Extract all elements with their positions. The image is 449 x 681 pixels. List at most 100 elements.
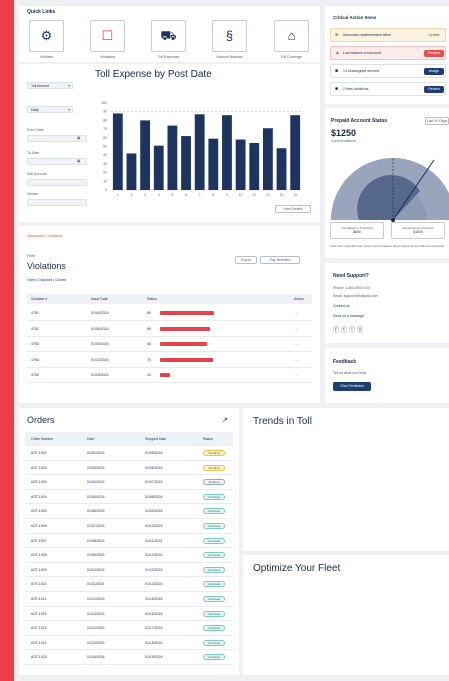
amount-select[interactable]: Toll Amount ▾ — [27, 82, 73, 89]
table-row[interactable]: #OT-1010 01/11/2024 01/14/2024 Complete — [25, 577, 233, 592]
bar[interactable] — [153, 145, 164, 190]
table-row[interactable]: #OT-1014 01/15/2024 01/18/2024 Complete — [25, 636, 233, 651]
table-row[interactable]: #OT-1013 01/14/2024 01/17/2024 Complete — [25, 621, 233, 636]
table-row[interactable]: #OT-1008 01/09/2024 01/12/2024 Complete — [25, 548, 233, 563]
table-row[interactable]: #OT-1003 01/04/2024 01/07/2024 Shipped — [25, 475, 233, 490]
quick-link-4[interactable]: ⌂ — [274, 20, 309, 52]
bar[interactable] — [290, 115, 301, 190]
pay-selected-button[interactable]: Pay Selected — [260, 256, 300, 264]
quick-link-1[interactable]: ☐ — [90, 20, 125, 52]
table-row[interactable]: #OT-1007 01/08/2024 01/11/2024 Complete — [25, 534, 233, 549]
table-row[interactable]: 4781 01/04/2024 80... — [27, 306, 312, 321]
table-row[interactable]: #OT-1002 01/03/2024 01/06/2024 Pending — [25, 461, 233, 476]
table-row[interactable]: 4785 01/15/2024 10... — [27, 368, 312, 383]
youtube-icon[interactable]: ⓨ — [357, 328, 365, 334]
bar[interactable] — [249, 143, 260, 190]
x-tick-label: 5 — [171, 193, 173, 197]
bar[interactable] — [235, 139, 246, 190]
quick-link-3[interactable]: § — [212, 20, 247, 52]
feedback-card: Feedback Tell us what you think Give Fee… — [325, 348, 449, 403]
table-row[interactable]: #OT-1001 01/02/2024 01/05/2024 Pending — [25, 446, 233, 461]
bar[interactable] — [208, 138, 219, 190]
bar[interactable] — [262, 128, 273, 190]
bar[interactable] — [112, 113, 123, 190]
bar[interactable] — [140, 120, 151, 190]
order-number: #OT-1008 — [31, 553, 47, 558]
view-details-label: View Details — [283, 207, 303, 211]
status-badge: Complete — [203, 566, 225, 573]
action-item-button[interactable]: Update — [424, 32, 444, 39]
order-shipped-date: 01/07/2024 — [145, 480, 163, 485]
period-select[interactable]: Last 30 Days — [425, 117, 449, 125]
linkedin-icon[interactable]: ⓛ — [349, 328, 357, 334]
contact-link[interactable]: Contact us — [333, 304, 350, 308]
action-item-button[interactable]: Review — [424, 86, 444, 93]
bar[interactable] — [222, 115, 232, 190]
order-date: 01/11/2024 — [87, 582, 105, 587]
facebook-icon[interactable]: ⓕ — [333, 328, 341, 334]
vehicle-input[interactable] — [27, 199, 87, 206]
quick-link-label: Account Balance — [216, 55, 243, 59]
calendar-icon[interactable]: ▣ — [77, 159, 80, 163]
order-shipped-date: 01/17/2024 — [145, 626, 163, 631]
y-tick-label: 80 — [103, 118, 107, 122]
order-shipped-date: 01/11/2024 — [145, 538, 163, 543]
bar[interactable] — [167, 125, 178, 190]
status-badge: Complete — [203, 610, 225, 617]
order-date: 01/08/2024 — [87, 538, 105, 543]
violations-tabs[interactable]: Open | Disputed | Closed — [27, 278, 66, 282]
x-tick-label: 12 — [266, 193, 270, 197]
expand-icon[interactable]: ↗ — [222, 416, 228, 424]
col-order-status: Status — [203, 437, 213, 441]
bar[interactable] — [276, 148, 287, 190]
violation-date: 01/04/2024 — [91, 311, 109, 315]
table-row[interactable]: #OT-1012 01/13/2024 01/16/2024 Complete — [25, 607, 233, 622]
bar[interactable] — [194, 114, 205, 190]
table-row[interactable]: 4784 01/12/2024 70... — [27, 353, 312, 368]
bar[interactable] — [181, 136, 191, 190]
action-item-text: 2 New violations — [343, 87, 369, 91]
support-title: Need Support? — [333, 273, 369, 279]
table-row[interactable]: #OT-1011 01/12/2024 01/15/2024 Complete — [25, 592, 233, 607]
chevron-down-icon: ▾ — [68, 107, 70, 112]
table-row[interactable]: #OT-1015 01/16/2024 01/19/2024 Complete — [25, 650, 233, 665]
info-icon: ■ — [335, 86, 339, 92]
violation-date: 01/09/2024 — [91, 342, 109, 346]
table-row[interactable]: 4783 01/09/2024 60... — [27, 337, 312, 352]
violation-progress-bar — [160, 342, 208, 346]
order-number: #OT-1014 — [31, 640, 47, 645]
quick-link-2[interactable]: ⛟ — [151, 20, 186, 52]
bar[interactable] — [126, 153, 137, 190]
status-badge: Complete — [203, 654, 225, 661]
message-link[interactable]: Send us a message — [333, 314, 364, 318]
violation-date: 01/12/2024 — [91, 357, 109, 362]
table-row[interactable]: #OT-1006 01/07/2024 01/10/2024 Complete — [25, 519, 233, 534]
order-date: 01/03/2024 — [87, 465, 105, 470]
quick-link-0[interactable]: ⚙ — [29, 20, 64, 52]
twitter-icon[interactable]: ⓣ — [341, 328, 349, 334]
status-badge: Complete — [203, 581, 225, 588]
violation-id: 4785 — [31, 373, 39, 377]
order-date: 01/16/2024 — [87, 655, 105, 660]
order-number: #OT-1004 — [31, 494, 47, 499]
support-card: Need Support? Phone: 1-800-555-0100 Emai… — [325, 263, 449, 343]
action-item-button[interactable]: Assign — [424, 68, 444, 75]
view-details-button[interactable]: View Details — [275, 205, 311, 213]
order-number: #OT-1009 — [31, 567, 47, 572]
violation-progress-bar — [160, 326, 210, 331]
calendar-icon[interactable]: ▣ — [77, 136, 80, 140]
action-item-button[interactable]: Review — [424, 50, 444, 57]
to-date-label: To Date — [27, 151, 40, 155]
x-tick-label: 9 — [226, 193, 228, 197]
order-date: 01/10/2024 — [87, 567, 105, 572]
order-number: #OT-1012 — [31, 611, 47, 616]
give-feedback-button[interactable]: Give Feedback — [333, 382, 371, 391]
table-row[interactable]: #OT-1004 01/05/2024 01/08/2024 Complete — [25, 490, 233, 505]
sub-account-input[interactable] — [27, 179, 87, 186]
table-row[interactable]: #OT-1005 01/06/2024 01/09/2024 Complete — [25, 504, 233, 519]
export-button[interactable]: Export — [235, 256, 257, 264]
status-badge: Complete — [203, 596, 225, 602]
table-row[interactable]: #OT-1009 01/10/2024 01/13/2024 Complete — [25, 563, 233, 578]
table-row[interactable]: 4782 01/06/2024 65... — [27, 322, 312, 337]
group-select[interactable]: Daily ▾ — [27, 106, 73, 113]
